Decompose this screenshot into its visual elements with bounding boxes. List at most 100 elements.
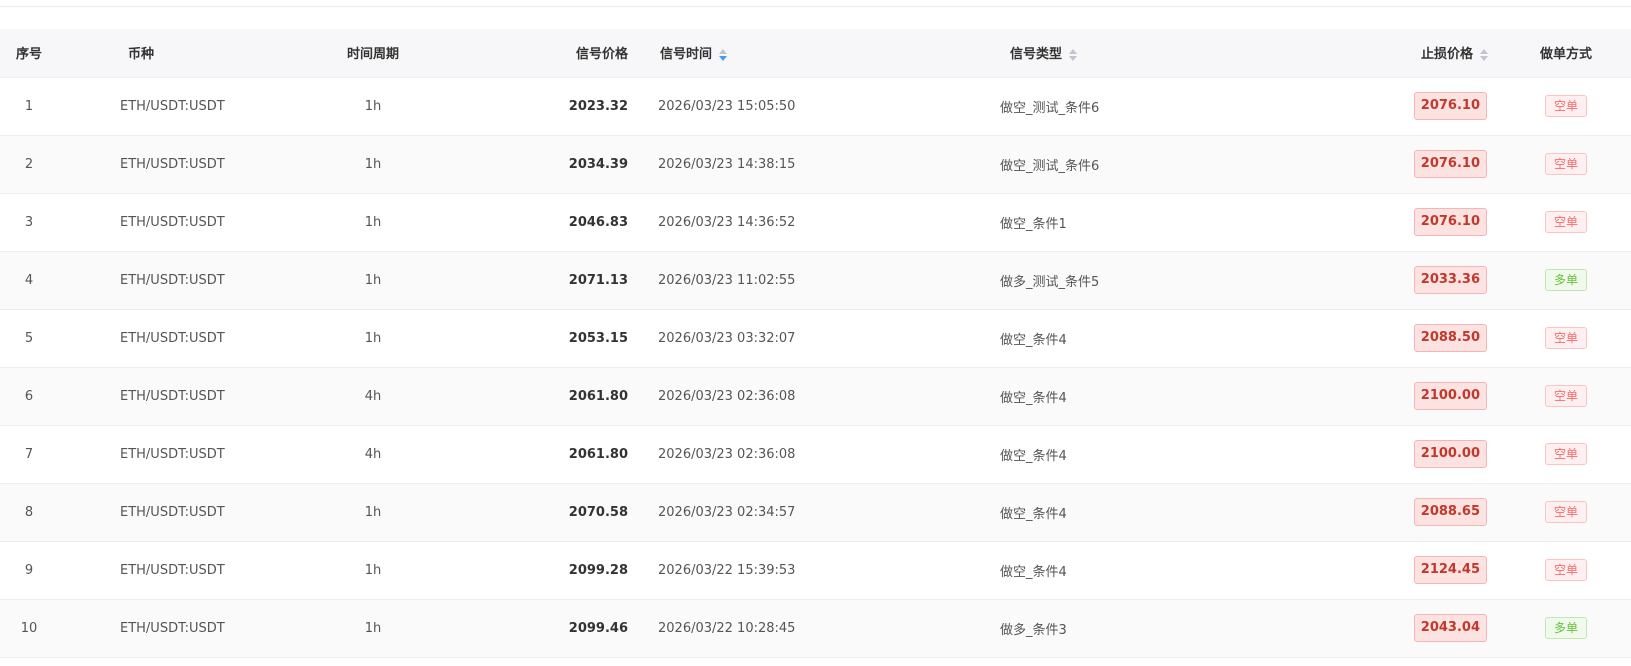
cell-order-mode: 多单 (1501, 599, 1631, 658)
stop-loss-badge: 2076.10 (1413, 92, 1487, 120)
header-timeframe-label: 时间周期 (346, 47, 399, 63)
table-row[interactable]: 2 ETH/USDT:USDT 1h 2034.39 2026/03/23 14:38:… (0, 135, 1631, 194)
cell-timeframe-text: 1h (364, 214, 382, 230)
cell-timeframe-text: 1h (364, 330, 382, 346)
header-signal-type-label: 信号类型 (1010, 47, 1063, 63)
cell-timeframe: 1h (318, 309, 428, 368)
header-signal-time[interactable]: 信号时间 (638, 29, 968, 78)
table-row[interactable]: 1 ETH/USDT:USDT 1h 2023.32 2026/03/23 15:05:… (0, 77, 1631, 136)
table-row[interactable]: 4 ETH/USDT:USDT 1h 2071.13 2026/03/23 11:02:… (0, 251, 1631, 310)
cell-signal-type: 做多_测试_条件5 (968, 251, 1328, 310)
cell-signal-type: 做空_条件4 (968, 483, 1328, 542)
cell-signal-time-text: 2026/03/22 10:28:45 (658, 620, 796, 636)
table-row[interactable]: 5 ETH/USDT:USDT 1h 2053.15 2026/03/23 03:32:… (0, 309, 1631, 368)
cell-signal-type-text: 做空_条件1 (1000, 216, 1067, 232)
cell-signal-type-text: 做空_测试_条件6 (1000, 158, 1100, 174)
table-row[interactable]: 6 ETH/USDT:USDT 4h 2061.80 2026/03/23 02:36:… (0, 367, 1631, 426)
cell-signal-time: 2026/03/23 15:05:50 (638, 77, 968, 136)
cell-signal-price: 2099.46 (428, 599, 638, 658)
cell-index: 8 (0, 483, 58, 542)
table-row[interactable]: 9 ETH/USDT:USDT 1h 2099.28 2026/03/22 15:39:… (0, 541, 1631, 600)
sort-icon[interactable] (1068, 48, 1078, 62)
cell-timeframe-text: 4h (364, 388, 382, 404)
cell-signal-price: 2053.15 (428, 309, 638, 368)
cell-timeframe: 1h (318, 483, 428, 542)
table-row[interactable]: 10 ETH/USDT:USDT 1h 2099.46 2026/03/22 10:28… (0, 599, 1631, 658)
cell-timeframe: 1h (318, 541, 428, 600)
cell-signal-type-text: 做空_条件4 (1000, 448, 1067, 464)
cell-stop-loss: 2043.04 (1328, 599, 1501, 658)
cell-symbol: ETH/USDT:USDT (58, 251, 318, 310)
cell-signal-price-text: 2070.58 (568, 504, 628, 520)
header-signal-type[interactable]: 信号类型 (968, 29, 1328, 78)
cell-signal-price-text: 2099.28 (568, 562, 628, 578)
cell-signal-time: 2026/03/23 03:32:07 (638, 309, 968, 368)
cell-signal-type: 做空_条件1 (968, 193, 1328, 252)
stop-loss-badge: 2088.65 (1413, 498, 1487, 526)
short-order-tag: 空单 (1544, 501, 1587, 523)
short-order-tag: 空单 (1544, 327, 1587, 349)
cell-order-mode: 空单 (1501, 425, 1631, 484)
cell-order-mode: 空单 (1501, 367, 1631, 426)
cell-order-mode: 空单 (1501, 193, 1631, 252)
table-header-row: 序号 币种 时间周期 信号价格 信号时间 信号类型 止损价格 做单方式 (0, 29, 1631, 78)
cell-signal-time: 2026/03/23 11:02:55 (638, 251, 968, 310)
cell-signal-price: 2070.58 (428, 483, 638, 542)
cell-symbol: ETH/USDT:USDT (58, 425, 318, 484)
cell-stop-loss: 2076.10 (1328, 193, 1501, 252)
table-row[interactable]: 8 ETH/USDT:USDT 1h 2070.58 2026/03/23 02:34:… (0, 483, 1631, 542)
cell-index: 9 (0, 541, 58, 600)
cell-index-text: 5 (24, 330, 34, 346)
cell-index: 10 (0, 599, 58, 658)
header-stop-loss[interactable]: 止损价格 (1328, 29, 1501, 78)
cell-symbol-text: ETH/USDT:USDT (120, 272, 225, 288)
cell-index-text: 3 (24, 214, 34, 230)
cell-index-text: 7 (24, 446, 34, 462)
cell-signal-type: 做空_条件4 (968, 541, 1328, 600)
cell-signal-type-text: 做空_条件4 (1000, 506, 1067, 522)
sort-icon[interactable] (1479, 48, 1489, 62)
stop-loss-badge: 2124.45 (1413, 556, 1487, 584)
cell-timeframe: 4h (318, 367, 428, 426)
cell-signal-type: 做空_条件4 (968, 425, 1328, 484)
stop-loss-badge: 2076.10 (1413, 150, 1487, 178)
header-signal-price: 信号价格 (428, 29, 638, 78)
top-spacer (0, 7, 1631, 29)
header-order-mode-label: 做单方式 (1539, 47, 1592, 63)
header-index-label: 序号 (15, 47, 42, 63)
cell-signal-price-text: 2061.80 (568, 446, 628, 462)
cell-signal-time-text: 2026/03/23 02:36:08 (658, 388, 796, 404)
sort-desc-icon[interactable] (718, 48, 728, 62)
cell-timeframe: 1h (318, 77, 428, 136)
header-order-mode: 做单方式 (1501, 29, 1631, 78)
cell-signal-time: 2026/03/23 14:36:52 (638, 193, 968, 252)
cell-signal-type-text: 做空_条件4 (1000, 390, 1067, 406)
cell-symbol-text: ETH/USDT:USDT (120, 98, 225, 114)
cell-index: 5 (0, 309, 58, 368)
cell-signal-price-text: 2053.15 (568, 330, 628, 346)
header-index: 序号 (0, 29, 58, 78)
cell-symbol-text: ETH/USDT:USDT (120, 620, 225, 636)
cell-signal-price-text: 2034.39 (568, 156, 628, 172)
table-row[interactable]: 7 ETH/USDT:USDT 4h 2061.80 2026/03/23 02:36:… (0, 425, 1631, 484)
short-order-tag: 空单 (1544, 95, 1587, 117)
cell-signal-time: 2026/03/22 10:28:45 (638, 599, 968, 658)
short-order-tag: 空单 (1544, 153, 1587, 175)
table-row[interactable]: 3 ETH/USDT:USDT 1h 2046.83 2026/03/23 14:36:… (0, 193, 1631, 252)
long-order-tag: 多单 (1544, 617, 1587, 639)
cell-index: 6 (0, 367, 58, 426)
cell-signal-time: 2026/03/23 02:34:57 (638, 483, 968, 542)
cell-signal-type-text: 做多_条件3 (1000, 622, 1067, 638)
cell-signal-time-text: 2026/03/23 15:05:50 (658, 98, 796, 114)
cell-symbol-text: ETH/USDT:USDT (120, 504, 225, 520)
cell-symbol-text: ETH/USDT:USDT (120, 214, 225, 230)
header-symbol: 币种 (58, 29, 318, 78)
cell-signal-time-text: 2026/03/23 03:32:07 (658, 330, 796, 346)
short-order-tag: 空单 (1544, 559, 1587, 581)
header-signal-time-label: 信号时间 (660, 47, 713, 63)
cell-stop-loss: 2033.36 (1328, 251, 1501, 310)
cell-symbol: ETH/USDT:USDT (58, 483, 318, 542)
cell-index-text: 6 (24, 388, 34, 404)
cell-symbol-text: ETH/USDT:USDT (120, 562, 225, 578)
cell-symbol: ETH/USDT:USDT (58, 599, 318, 658)
